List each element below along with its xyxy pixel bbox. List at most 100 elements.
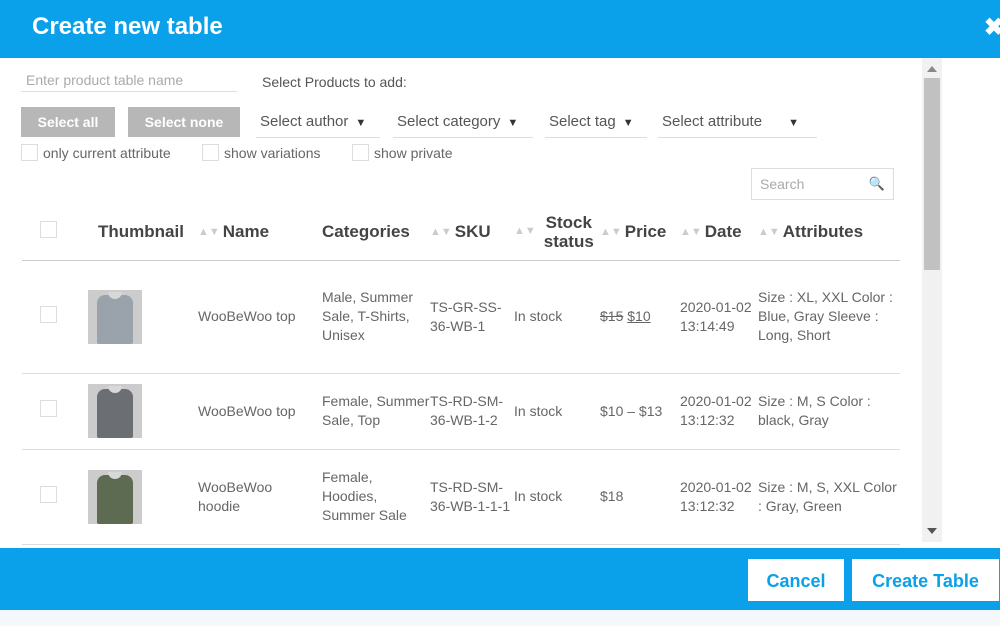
products-table: Thumbnail ▲▼ Name Categories ▲▼ SKU ▲▼ Stoc… (22, 204, 900, 545)
show-private-option[interactable]: show private (352, 144, 453, 161)
dialog-title: Create new table (32, 13, 223, 40)
table-row[interactable]: WooBeWoo top Male, Summer Sale, T-Shirts… (22, 260, 900, 374)
name-cell: WooBeWoo top (198, 260, 310, 374)
thumbnail-cell (88, 373, 198, 450)
stock-cell: In stock (514, 373, 600, 450)
col-categories: Categories (310, 204, 430, 261)
price-new: $10 (627, 308, 651, 324)
date-cell: 2020-01-02 13:12:32 (680, 449, 758, 545)
sku-cell: TS-GR-SS-36-WB-1 (430, 260, 514, 374)
col-attributes[interactable]: ▲▼ Attributes (758, 204, 900, 261)
col-price[interactable]: ▲▼ Price (600, 204, 680, 261)
sku-cell: TS-RD-SM-36-WB-1-1-1 (430, 449, 514, 545)
select-products-label: Select Products to add: (262, 74, 407, 90)
price-cell: $15 $10 (600, 260, 680, 374)
stock-cell: In stock (514, 449, 600, 545)
col-date[interactable]: ▲▼ Date (680, 204, 758, 261)
select-none-button[interactable]: Select none (128, 107, 240, 137)
price-old: $15 (600, 308, 624, 324)
row-select-cell (22, 373, 88, 450)
select-category-dropdown[interactable]: Select category ▼ (393, 108, 533, 138)
price-cell: $10 – $13 (600, 373, 680, 450)
show-variations-label: show variations (224, 144, 321, 161)
shirt-image (97, 291, 133, 344)
col-stock-status-label: Stock status (543, 212, 594, 251)
dialog-header: Create new table ✖ (0, 0, 1000, 58)
col-date-label: Date (704, 221, 742, 241)
select-attribute-dropdown[interactable]: Select attribute ▼ (658, 108, 817, 138)
dropdown-arrow-icon: ▼ (788, 117, 799, 129)
select-author-dropdown[interactable]: Select author ▼ (256, 108, 380, 138)
search-placeholder: Search (760, 176, 805, 192)
sku-cell: TS-RD-SM-36-WB-1-2 (430, 373, 514, 450)
stock-cell: In stock (514, 260, 600, 374)
date-cell: 2020-01-02 13:12:32 (680, 373, 758, 450)
thumbnail-cell (88, 449, 198, 545)
only-current-attribute-checkbox[interactable] (21, 144, 38, 161)
show-variations-option[interactable]: show variations (202, 144, 321, 161)
table-row[interactable]: WooBeWoo top Female, Summer Sale, Top TS… (22, 373, 900, 450)
dropdown-arrow-icon: ▼ (507, 117, 519, 129)
select-category-label: Select category (397, 113, 501, 130)
row-select-cell (22, 260, 88, 374)
table-name-input[interactable] (21, 68, 237, 92)
select-attribute-label: Select attribute (662, 113, 763, 130)
thumbnail-cell (88, 260, 198, 374)
row-select-cell (22, 449, 88, 545)
only-current-attribute-option[interactable]: only current attribute (21, 144, 171, 161)
scrollbar-thumb[interactable] (924, 78, 940, 270)
select-all-button[interactable]: Select all (21, 107, 115, 137)
col-sku-label: SKU (454, 221, 491, 241)
create-table-dialog: Create new table ✖ Select Products to ad… (0, 0, 1000, 626)
dropdown-arrow-icon: ▼ (622, 117, 634, 129)
scroll-up-icon[interactable] (927, 66, 937, 72)
create-table-button[interactable]: Create Table (851, 558, 1000, 602)
sort-icon: ▲▼ (430, 225, 452, 238)
product-thumbnail (88, 384, 142, 438)
categories-cell[interactable]: Female, Hoodies, Summer Sale (310, 449, 430, 545)
dropdown-arrow-icon: ▼ (355, 117, 367, 129)
right-gutter (942, 58, 1000, 548)
name-cell: WooBeWoo top (198, 373, 310, 450)
attributes-cell: Size : M, S Color : black, Gray (758, 373, 900, 450)
search-input[interactable]: Search 🔍 (751, 168, 894, 200)
footer-bottom-strip (0, 610, 1000, 626)
select-author-label: Select author (260, 113, 349, 130)
row-checkbox[interactable] (40, 485, 57, 503)
sort-icon: ▲▼ (198, 225, 220, 238)
row-checkbox[interactable] (40, 305, 57, 323)
col-attributes-label: Attributes (782, 221, 864, 241)
table-header-row: Thumbnail ▲▼ Name Categories ▲▼ SKU ▲▼ Stoc… (22, 204, 900, 261)
categories-cell[interactable]: Female, Summer Sale, Top (310, 373, 430, 450)
col-sku[interactable]: ▲▼ SKU (430, 204, 514, 261)
col-thumbnail: Thumbnail (88, 204, 198, 261)
sort-icon: ▲▼ (758, 225, 780, 238)
show-variations-checkbox[interactable] (202, 144, 219, 161)
date-cell: 2020-01-02 13:14:49 (680, 260, 758, 374)
close-icon[interactable]: ✖ (984, 13, 1000, 42)
select-tag-dropdown[interactable]: Select tag ▼ (545, 108, 647, 138)
vertical-scrollbar[interactable] (922, 58, 942, 542)
search-icon[interactable]: 🔍 (869, 169, 885, 199)
sort-icon: ▲▼ (514, 225, 536, 238)
dialog-footer: Cancel Create Table (0, 548, 1000, 626)
col-categories-label: Categories (322, 222, 410, 242)
attributes-cell: Size : M, S, XXL Color : Gray, Green (758, 449, 900, 545)
categories-cell[interactable]: Male, Summer Sale, T-Shirts, Unisex (310, 260, 430, 374)
sort-icon: ▲▼ (680, 225, 702, 238)
table-row[interactable]: WooBeWoo hoodie Female, Hoodies, Summer … (22, 449, 900, 545)
product-thumbnail (88, 469, 142, 524)
product-thumbnail (88, 289, 142, 344)
col-name-label: Name (222, 221, 270, 241)
show-private-checkbox[interactable] (352, 144, 369, 161)
show-private-label: show private (374, 144, 453, 161)
dialog-content: Select Products to add: Select all Selec… (0, 58, 942, 548)
col-price-label: Price (624, 221, 667, 241)
attributes-cell: Size : XL, XXL Color : Blue, Gray Sleeve… (758, 260, 900, 374)
row-checkbox[interactable] (40, 400, 57, 417)
scroll-down-icon[interactable] (927, 528, 937, 534)
col-stock-status[interactable]: ▲▼ Stock status (514, 204, 600, 261)
col-name[interactable]: ▲▼ Name (198, 204, 310, 261)
select-all-checkbox[interactable] (40, 221, 57, 239)
cancel-button[interactable]: Cancel (747, 558, 845, 602)
